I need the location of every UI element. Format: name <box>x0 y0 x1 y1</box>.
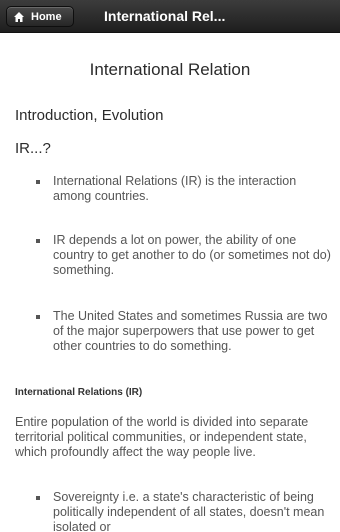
list-item: International Relations (IR) is the inte… <box>36 174 333 204</box>
home-button-label: Home <box>31 10 62 23</box>
home-icon <box>13 11 25 23</box>
content-area[interactable]: International Relation Introduction, Evo… <box>0 33 340 532</box>
page-title: International Relation <box>89 60 251 79</box>
list-item: IR depends a lot on power, the ability o… <box>36 233 333 278</box>
header-title: International Rel... <box>104 8 226 24</box>
subsection-heading: International Relations (IR) <box>15 387 143 398</box>
paragraph: Entire population of the world is divide… <box>15 415 309 459</box>
list-item: Sovereignty i.e. a state's characteristi… <box>36 490 333 532</box>
section-heading-ir: IR...? <box>15 140 51 157</box>
home-button[interactable]: Home <box>6 6 74 27</box>
section-heading-intro: Introduction, Evolution <box>15 107 164 124</box>
app-header: Home International Rel... <box>0 0 340 33</box>
list-item: The United States and sometimes Russia a… <box>36 309 333 354</box>
